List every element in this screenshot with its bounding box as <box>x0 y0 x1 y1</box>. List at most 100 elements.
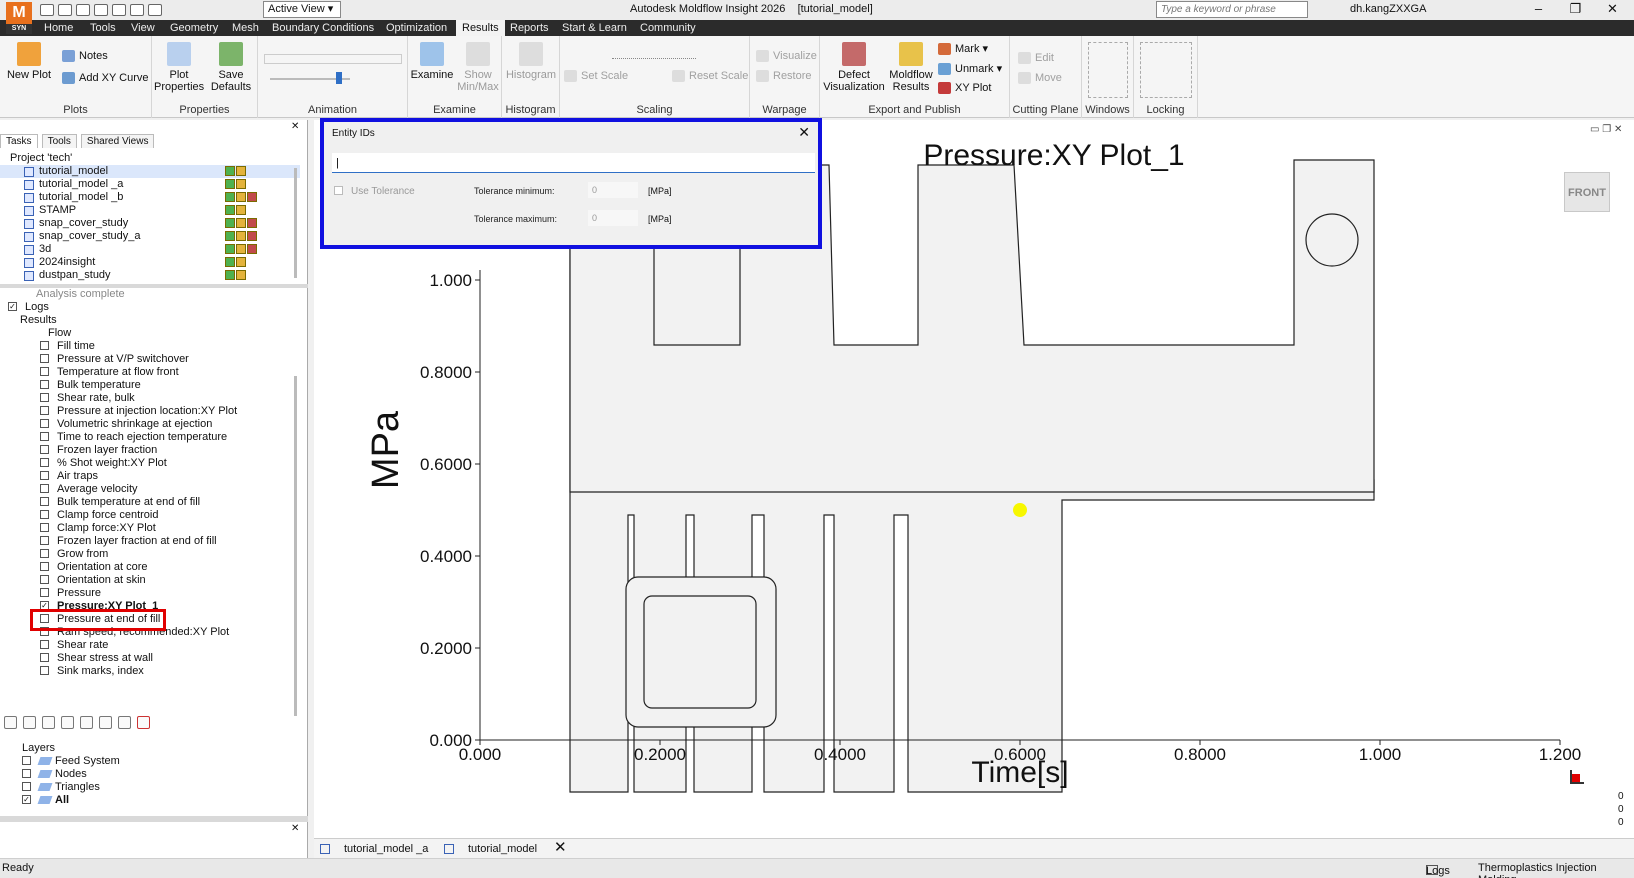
layer-checkbox[interactable]: ✓ <box>22 794 31 804</box>
dialog-close-icon[interactable]: ✕ <box>798 124 810 141</box>
result-checkbox[interactable] <box>40 418 49 428</box>
layer-item[interactable]: Feed System <box>22 755 120 768</box>
activate-layer-icon[interactable] <box>42 716 55 729</box>
result-checkbox[interactable]: ✓ <box>8 301 17 311</box>
view-icon[interactable] <box>148 4 162 16</box>
project-root[interactable]: Project 'tech' <box>0 152 300 165</box>
project-item[interactable]: tutorial_model _b <box>0 191 300 204</box>
scale-slider[interactable] <box>612 58 696 59</box>
close-button[interactable]: ✕ <box>1594 0 1631 18</box>
plot-properties-button[interactable]: Plot Properties <box>154 42 204 93</box>
tab-community[interactable]: Community <box>634 20 702 36</box>
app-logo[interactable]: M SYN <box>6 2 32 34</box>
project-item[interactable]: snap_cover_study <box>0 217 300 230</box>
result-item[interactable]: % Shot weight:XY Plot <box>40 457 167 470</box>
tab-optimization[interactable]: Optimization <box>380 20 453 36</box>
result-item[interactable]: Orientation at core <box>40 561 148 574</box>
result-item[interactable]: Shear stress at wall <box>40 652 153 665</box>
project-item[interactable]: tutorial_model _a <box>0 178 300 191</box>
delete-layer-icon[interactable] <box>80 716 93 729</box>
result-item[interactable]: Sink marks, index <box>40 665 144 678</box>
restore-button[interactable]: Restore <box>756 70 812 83</box>
result-item[interactable]: Volumetric shrinkage at ejection <box>40 418 212 431</box>
result-item[interactable]: Frozen layer fraction <box>40 444 157 457</box>
logs-node[interactable]: ✓ Logs <box>8 301 49 314</box>
active-view-dropdown[interactable]: Active View ▾ <box>263 1 341 18</box>
set-scale-button[interactable]: Set Scale <box>564 70 628 83</box>
tab-view[interactable]: View <box>125 20 161 36</box>
tab-geometry[interactable]: Geometry <box>164 20 224 36</box>
result-checkbox[interactable] <box>40 561 49 571</box>
result-checkbox[interactable] <box>40 340 49 350</box>
layer-item[interactable]: Triangles <box>22 781 100 794</box>
doc-tab-close-icon[interactable]: ✕ <box>554 840 567 855</box>
defect-visualization-button[interactable]: Defect Visualization <box>822 42 886 93</box>
move-cutting-plane-button[interactable]: Move <box>1018 72 1062 85</box>
tab-shared-views[interactable]: Shared Views <box>80 134 155 148</box>
assign-layer-icon[interactable] <box>61 716 74 729</box>
results-node[interactable]: Results <box>20 314 57 327</box>
result-item[interactable]: Pressure <box>40 587 101 600</box>
new-layer-icon[interactable] <box>4 716 17 729</box>
analysis-status[interactable]: Analysis complete <box>36 288 125 301</box>
result-item[interactable]: Pressure at injection location:XY Plot <box>40 405 237 418</box>
search-input[interactable]: Type a keyword or phrase <box>1156 1 1308 18</box>
result-checkbox[interactable] <box>40 639 49 649</box>
notes-button[interactable]: Notes <box>62 50 108 63</box>
layer-checkbox[interactable] <box>22 781 31 791</box>
save-icon[interactable] <box>76 4 90 16</box>
tab-tools[interactable]: Tools <box>84 20 122 36</box>
result-item[interactable]: Clamp force centroid <box>40 509 159 522</box>
tab-reports[interactable]: Reports <box>504 20 555 36</box>
result-checkbox[interactable] <box>40 574 49 584</box>
result-item[interactable]: Clamp force:XY Plot <box>40 522 156 535</box>
result-checkbox[interactable] <box>40 652 49 662</box>
doc-tab-tutorial-model-a[interactable]: tutorial_model _a <box>320 841 428 857</box>
result-item[interactable]: Air traps <box>40 470 98 483</box>
project-item[interactable]: 3d <box>0 243 300 256</box>
result-checkbox[interactable] <box>40 522 49 532</box>
project-item[interactable]: snap_cover_study_a <box>0 230 300 243</box>
redo-icon[interactable] <box>112 4 126 16</box>
project-item[interactable]: STAMP <box>0 204 300 217</box>
result-item[interactable]: Bulk temperature <box>40 379 141 392</box>
project-item[interactable]: 2024insight <box>0 256 300 269</box>
layers-header[interactable]: Layers <box>22 742 55 755</box>
animation-slider-thumb[interactable] <box>336 72 342 84</box>
result-checkbox[interactable] <box>40 379 49 389</box>
xy-plot-button[interactable]: XY Plot <box>938 82 992 95</box>
result-checkbox[interactable] <box>40 366 49 376</box>
open-file-icon[interactable] <box>58 4 72 16</box>
tab-start-learn[interactable]: Start & Learn <box>556 20 633 36</box>
layer-item[interactable]: ✓ All <box>22 794 69 807</box>
tab-boundary-conditions[interactable]: Boundary Conditions <box>266 20 380 36</box>
new-plot-button[interactable]: New Plot <box>6 42 52 81</box>
mark-button[interactable]: Mark ▾ <box>938 42 988 56</box>
result-checkbox[interactable] <box>40 665 49 675</box>
result-item[interactable]: Grow from <box>40 548 108 561</box>
moldflow-results-button[interactable]: Moldflow Results <box>886 42 936 93</box>
locking-icons[interactable] <box>1140 42 1192 98</box>
print-icon[interactable] <box>130 4 144 16</box>
layer-display-icon[interactable] <box>118 716 131 729</box>
visualize-button[interactable]: Visualize <box>756 50 817 63</box>
tab-tools-panel[interactable]: Tools <box>41 134 77 148</box>
result-checkbox[interactable] <box>40 535 49 545</box>
tab-tasks[interactable]: Tasks <box>0 134 38 148</box>
result-checkbox[interactable] <box>40 431 49 441</box>
result-item[interactable]: Shear rate <box>40 639 108 652</box>
view-cube[interactable]: FRONT <box>1564 172 1610 212</box>
result-checkbox[interactable] <box>40 483 49 493</box>
results-scrollbar[interactable] <box>294 376 297 716</box>
user-account[interactable]: dh.kangZXXGA <box>1350 3 1426 15</box>
unmark-button[interactable]: Unmark ▾ <box>938 62 1002 76</box>
animation-controls[interactable] <box>264 54 402 64</box>
doc-tab-tutorial-model[interactable]: tutorial_model <box>444 841 537 857</box>
window-layout-icons[interactable] <box>1088 42 1128 98</box>
viewport-window-controls[interactable]: ▭ ❐ ✕ <box>1590 124 1622 135</box>
result-checkbox[interactable] <box>40 548 49 558</box>
reset-scale-button[interactable]: Reset Scale <box>672 70 748 83</box>
result-item[interactable]: Frozen layer fraction at end of fill <box>40 535 217 548</box>
edit-cutting-plane-button[interactable]: Edit <box>1018 52 1054 65</box>
result-checkbox[interactable] <box>40 496 49 506</box>
